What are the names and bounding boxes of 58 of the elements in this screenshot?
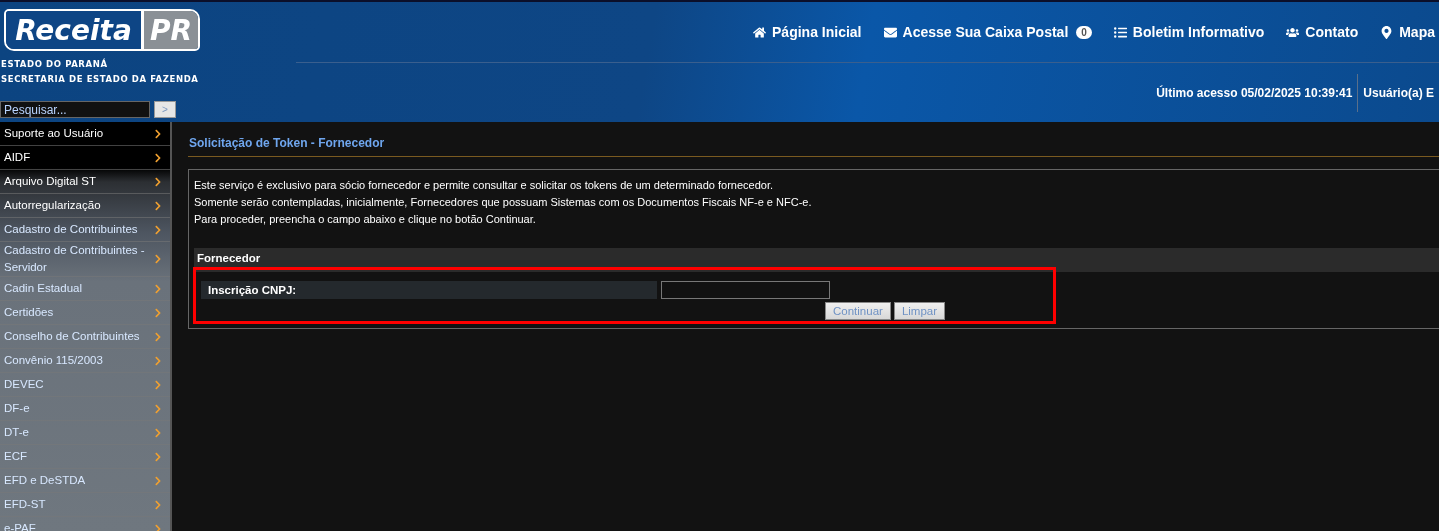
chevron-icon <box>154 307 162 318</box>
intro-text: Para proceder, preencha o campo abaixo e clique no botão Continuar. <box>194 212 537 227</box>
users-icon <box>1286 25 1300 39</box>
nav-link[interactable]: Mapa <box>1380 24 1435 40</box>
user-name: Usuário(a) E <box>1362 85 1435 100</box>
org-name: SECRETARIA DE ESTADO DA FAZENDA <box>0 73 200 86</box>
org-name: ESTADO DO PARANÁ <box>0 58 109 71</box>
sidebar-item[interactable]: ECF <box>0 445 170 469</box>
chevron-icon <box>154 355 162 366</box>
chevron-icon <box>154 283 162 294</box>
field-label: Inscrição CNPJ: <box>201 281 657 299</box>
sidebar-item[interactable]: AIDF <box>0 146 170 170</box>
sidebar-item[interactable]: DT-e <box>0 421 170 445</box>
chevron-icon <box>154 475 162 486</box>
sidebar-item[interactable]: Arquivo Digital ST <box>0 170 170 194</box>
chevron-icon <box>154 523 162 531</box>
chevron-icon <box>154 176 162 187</box>
chevron-icon <box>154 152 162 163</box>
page-title: Solicitação de Token - Fornecedor <box>188 136 1439 157</box>
chevron-icon <box>154 451 162 462</box>
chevron-icon <box>154 200 162 211</box>
sidebar-item[interactable]: Certidões <box>0 301 170 325</box>
chevron-icon <box>154 499 162 510</box>
map-pin-icon <box>1380 25 1394 39</box>
sidebar-item[interactable]: DEVEC <box>0 373 170 397</box>
sidebar-item[interactable]: Conselho de Contribuintes <box>0 325 170 349</box>
nav-link[interactable]: Acesse Sua Caixa Postal 0 <box>883 24 1092 40</box>
chevron-icon <box>154 403 162 414</box>
cnpj-input[interactable] <box>661 281 830 299</box>
nav-link[interactable]: Boletim Informativo <box>1113 24 1265 40</box>
chevron-icon <box>154 427 162 438</box>
intro-text: Somente serão contempladas, inicialmente, Fornecedores que possuam Sistemas com os Documentos Fiscais NF-e e NFC-e. <box>194 195 813 210</box>
section-header: Fornecedor <box>194 248 1439 272</box>
sidebar-item[interactable]: Cadastro de Contribuintes <box>0 218 170 242</box>
nav-link[interactable]: Página Inicial <box>753 24 862 40</box>
sidebar-item[interactable]: Cadin Estadual <box>0 277 170 301</box>
sidebar-item[interactable]: DF-e <box>0 397 170 421</box>
sidebar-item[interactable]: EFD-ST <box>0 493 170 517</box>
envelope-icon <box>883 25 897 39</box>
chevron-icon <box>154 224 162 235</box>
search-button[interactable]: > <box>154 101 176 118</box>
chevron-icon <box>154 379 162 390</box>
intro-text: Este serviço é exclusivo para sócio fornecedor e permite consultar e solicitar os tokens de um determinado fornecedor. <box>194 178 774 193</box>
logo: Receita PR <box>4 9 200 51</box>
count-badge: 0 <box>1076 25 1092 39</box>
chevron-icon <box>154 128 162 139</box>
list-icon <box>1113 25 1127 39</box>
sidebar-item[interactable]: EFD e DeSTDA <box>0 469 170 493</box>
sidebar-item[interactable]: Autorregularização <box>0 194 170 218</box>
search-field[interactable]: Pesquisar... <box>0 101 150 118</box>
chevron-icon <box>154 254 162 264</box>
nav-link[interactable]: Contato <box>1286 24 1359 40</box>
sidebar-item[interactable]: Cadastro de Contribuintes - Servidor <box>0 242 170 277</box>
chevron-icon <box>154 331 162 342</box>
sidebar-item[interactable]: Suporte ao Usuário <box>0 122 170 146</box>
sidebar-item[interactable]: Convênio 115/2003 <box>0 349 170 373</box>
home-icon <box>753 25 767 39</box>
last-access-text: Último acesso 05/02/2025 10:39:41 <box>1155 85 1354 100</box>
